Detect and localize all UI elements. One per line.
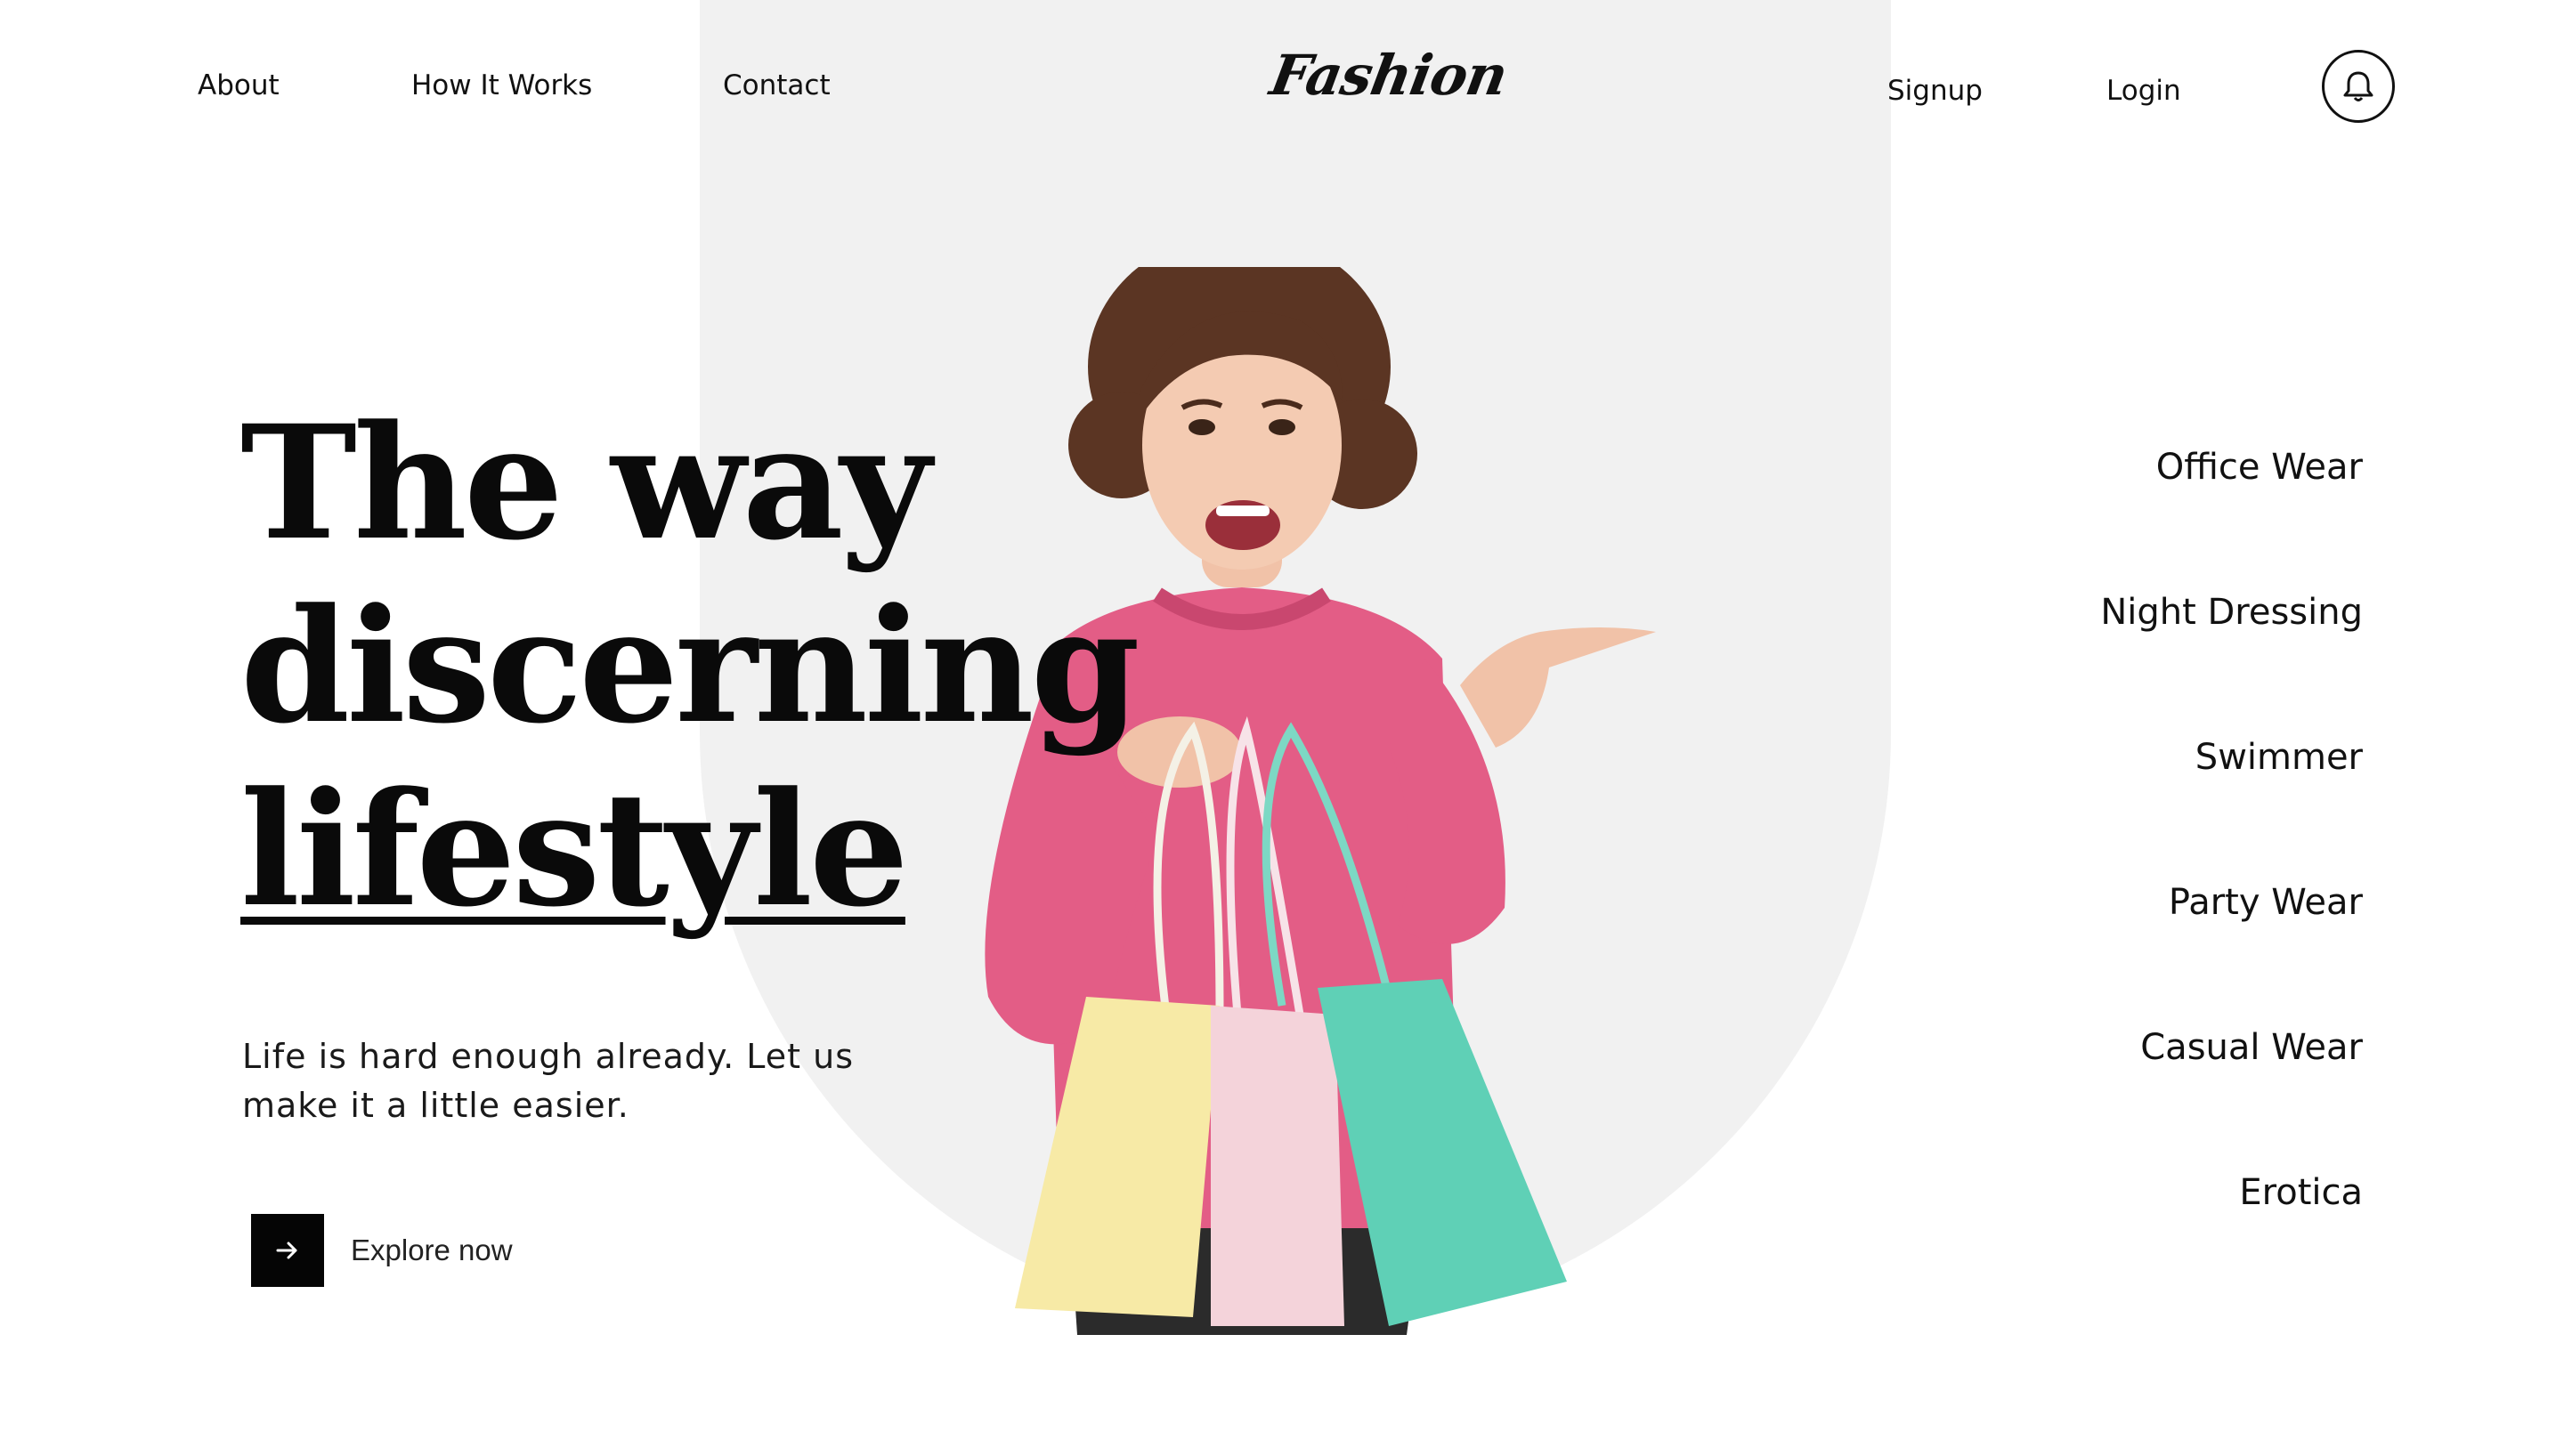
shopping-bag-pink <box>1211 1006 1344 1326</box>
eye-left <box>1189 419 1215 435</box>
hero-headline-line-3: lifestyle <box>240 757 909 942</box>
category-night-dressing[interactable]: Night Dressing <box>2100 581 2363 726</box>
category-casual-wear[interactable]: Casual Wear <box>2100 1016 2363 1161</box>
teeth-shape <box>1216 506 1270 516</box>
category-list: Office Wear Night Dressing Swimmer Party… <box>2100 436 2363 1306</box>
explore-now-button[interactable]: Explore now <box>251 1214 513 1287</box>
landing-page: About How It Works Contact Fashion Signu… <box>0 0 2564 1456</box>
shopping-bag-yellow <box>1015 997 1220 1317</box>
category-erotica[interactable]: Erotica <box>2100 1161 2363 1306</box>
nav-about-link[interactable]: About <box>198 69 280 101</box>
category-swimmer[interactable]: Swimmer <box>2100 726 2363 871</box>
category-party-wear[interactable]: Party Wear <box>2100 871 2363 1016</box>
nav-contact-link[interactable]: Contact <box>723 69 831 101</box>
category-office-wear[interactable]: Office Wear <box>2100 436 2363 581</box>
explore-arrow-box[interactable] <box>251 1214 324 1287</box>
arrow-right-icon <box>276 1242 297 1259</box>
hero-headline: The way discerning lifestyle <box>240 391 1140 942</box>
nav-signup-link[interactable]: Signup <box>1887 75 1983 107</box>
hand-pointing <box>1460 627 1656 748</box>
notification-button[interactable] <box>2322 50 2395 123</box>
nav-how-it-works-link[interactable]: How It Works <box>411 69 592 101</box>
eye-right <box>1269 419 1295 435</box>
nav-login-link[interactable]: Login <box>2106 75 2181 107</box>
bell-icon <box>2343 71 2373 101</box>
hero-headline-line-1: The way <box>240 391 931 575</box>
hero-headline-line-2: discerning <box>240 574 1140 758</box>
explore-now-label[interactable]: Explore now <box>351 1234 513 1267</box>
brand-logo[interactable]: Fashion <box>1266 43 1513 108</box>
hero-subtext: Life is hard enough already. Let us make… <box>242 1037 854 1125</box>
